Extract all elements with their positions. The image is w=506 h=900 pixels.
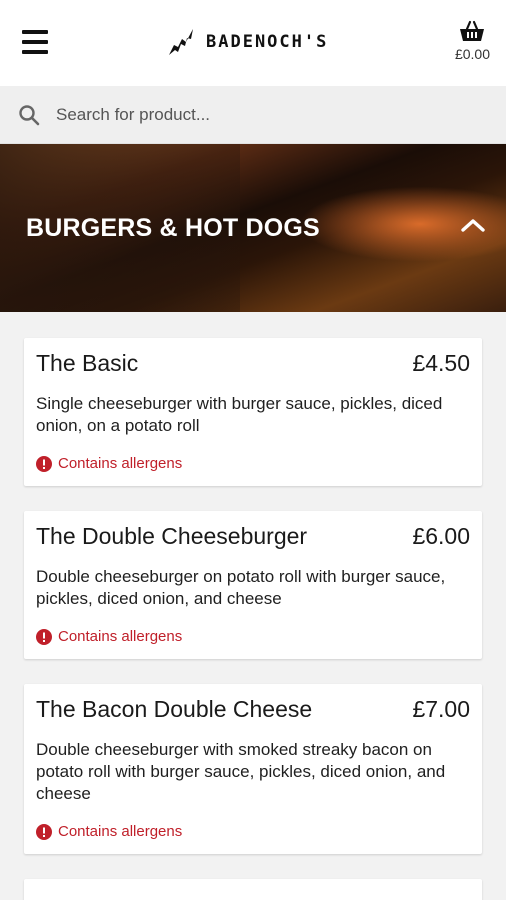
alert-circle-icon xyxy=(36,823,52,840)
logo-icon xyxy=(169,29,193,55)
alert-circle-icon xyxy=(36,628,52,645)
allergen-notice[interactable]: Contains allergens xyxy=(36,628,470,645)
allergen-notice[interactable]: Contains allergens xyxy=(36,823,470,840)
product-price: £7.00 xyxy=(412,696,470,722)
allergen-notice[interactable]: Contains allergens xyxy=(36,455,470,472)
basket-total: £0.00 xyxy=(454,46,490,62)
app-header: BADENOCH'S £0.00 xyxy=(0,0,506,86)
category-title: BURGERS & HOT DOGS xyxy=(26,214,320,242)
allergen-label: Contains allergens xyxy=(58,455,183,472)
product-name: The Bacon Double Cheese xyxy=(36,696,313,722)
product-name: The Basic xyxy=(36,350,139,376)
category-header[interactable]: BURGERS & HOT DOGS xyxy=(0,144,506,312)
search-bar xyxy=(0,86,506,144)
alert-circle-icon xyxy=(36,455,52,472)
basket-icon xyxy=(460,20,485,41)
search-icon xyxy=(19,104,40,125)
chevron-up-icon[interactable] xyxy=(460,216,486,234)
product-list: The Basic £4.50 Single cheeseburger with… xyxy=(0,312,506,900)
search-input[interactable] xyxy=(56,86,506,143)
product-card[interactable]: The Basic £4.50 Single cheeseburger with… xyxy=(24,338,482,486)
brand-logo[interactable]: BADENOCH'S xyxy=(166,26,328,58)
basket-button[interactable]: £0.00 xyxy=(455,20,490,62)
product-description: Single cheeseburger with burger sauce, p… xyxy=(36,394,443,435)
product-card[interactable]: The Bacon Double Cheese £7.00 Double che… xyxy=(24,684,482,854)
product-price: £6.00 xyxy=(412,523,470,549)
product-description: Double cheeseburger on potato roll with … xyxy=(36,567,446,608)
product-card[interactable] xyxy=(24,879,482,900)
hamburger-menu-icon[interactable] xyxy=(22,30,48,54)
product-price: £4.50 xyxy=(412,350,470,376)
allergen-label: Contains allergens xyxy=(58,628,183,645)
product-name: The Double Cheeseburger xyxy=(36,523,308,549)
brand-name: BADENOCH'S xyxy=(206,32,329,52)
product-description: Double cheeseburger with smoked streaky … xyxy=(36,740,446,803)
allergen-label: Contains allergens xyxy=(58,823,183,840)
product-card[interactable]: The Double Cheeseburger £6.00 Double che… xyxy=(24,511,482,659)
